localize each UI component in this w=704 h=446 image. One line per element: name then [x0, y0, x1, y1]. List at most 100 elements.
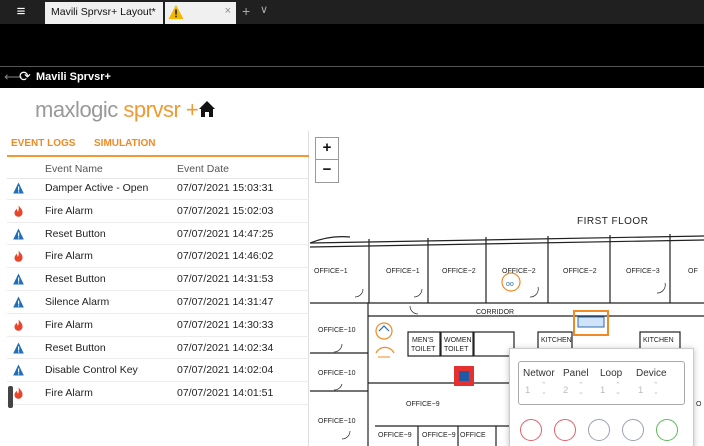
event-date: 07/07/2021 14:01:51 [177, 387, 274, 400]
warning-icon [168, 5, 184, 19]
info-warning-icon [13, 342, 24, 354]
panel-label: Panel [563, 368, 589, 379]
event-name: Reset Button [45, 341, 106, 354]
room-label: OFFICE [460, 432, 486, 439]
network-stepper-icon[interactable]: ⌃ ⌄ [541, 382, 547, 396]
refresh-icon[interactable]: ⟳ [19, 68, 31, 85]
room-label: OFFICE−2 [502, 268, 536, 275]
event-name: Reset Button [45, 273, 106, 286]
table-row[interactable]: Reset Button 07/07/2021 14:47:25 [7, 223, 309, 246]
room-label: WOMEN [444, 337, 472, 344]
document-tab[interactable]: Mavili Sprvsr+ Layout* [45, 2, 163, 24]
status-circle-button[interactable] [656, 419, 678, 441]
column-header-event-date[interactable]: Event Date [177, 163, 229, 175]
logo-text-maxlogic: maxlogic [35, 97, 118, 122]
room-label: MEN'S [412, 337, 434, 344]
info-warning-icon [13, 182, 24, 194]
room-label: OF [688, 268, 698, 275]
event-name: Damper Active - Open [45, 182, 149, 194]
fire-alarm-icon [13, 250, 24, 263]
loop-stepper-icon[interactable]: ⌃ ⌄ [615, 382, 621, 396]
table-row[interactable]: Fire Alarm 07/07/2021 15:02:03 [7, 200, 309, 223]
fire-alarm-icon [13, 205, 24, 217]
table-row[interactable]: Damper Active - Open 07/07/2021 15:03:31 [7, 177, 309, 200]
table-row[interactable]: Fire Alarm 07/07/2021 14:30:33 [7, 314, 309, 337]
close-tab-icon[interactable]: × [225, 5, 231, 17]
info-warning-icon [13, 273, 24, 285]
event-date: 07/07/2021 14:31:53 [177, 273, 274, 286]
event-date: 07/07/2021 15:02:03 [177, 204, 274, 217]
home-icon[interactable] [198, 100, 216, 118]
tab-simulation[interactable]: SIMULATION [94, 138, 155, 149]
room-label: TOILET [444, 346, 469, 353]
table-row[interactable]: Fire Alarm 07/07/2021 14:46:02 [7, 245, 309, 269]
loop-input[interactable]: 1 [600, 385, 605, 396]
network-label: Networ [523, 368, 555, 379]
header: maxlogic sprvsr + [0, 88, 704, 130]
room-label: OFFICE−2 [442, 268, 476, 275]
room-label: OFFICE−9 [406, 401, 440, 408]
warning-tab[interactable]: × [165, 2, 236, 24]
event-name: Fire Alarm [45, 318, 93, 331]
room-label: OFFICE−1 [314, 268, 348, 275]
tab-list-chevron-icon[interactable]: ∨ [260, 3, 268, 16]
zoom-in-button[interactable]: + [316, 138, 338, 160]
event-name: Fire Alarm [45, 387, 93, 400]
network-input[interactable]: 1 [525, 385, 530, 396]
event-date: 07/07/2021 14:47:25 [177, 227, 274, 240]
room-label: OFFICE−10 [318, 327, 356, 334]
event-name: Fire Alarm [45, 204, 93, 217]
panel-resize-handle[interactable] [8, 386, 13, 408]
event-log-panel: EVENT LOGS SIMULATION Event Name Event D… [7, 131, 309, 446]
status-circle-button[interactable] [622, 419, 644, 441]
table-header: Event Name Event Date [7, 159, 309, 179]
room-label: OFFICE−10 [318, 418, 356, 425]
event-name: Disable Control Key [45, 364, 138, 377]
fire-alarm-icon [13, 387, 24, 399]
device-address-popup: Networ Panel Loop Device 1 ⌃ ⌄ 2 ⌃ ⌄ 1 ⌃ ⌄ … [509, 348, 694, 446]
status-circle-button[interactable] [554, 419, 576, 441]
floor-title: FIRST FLOOR [577, 216, 648, 227]
room-label: KITCHEN [541, 337, 572, 344]
app-title-bar: ⟵ ⟳ Mavili Sprvsr+ [0, 67, 704, 88]
room-label: CORRIDOR [476, 309, 514, 316]
table-row[interactable]: Disable Control Key 07/07/2021 14:02:04 [7, 359, 309, 383]
room-label: OFFICE−1 [386, 268, 420, 275]
tab-event-logs[interactable]: EVENT LOGS [11, 138, 75, 149]
column-header-event-name[interactable]: Event Name [45, 163, 103, 175]
event-date: 07/07/2021 14:46:02 [177, 250, 274, 263]
loop-label: Loop [600, 368, 623, 379]
event-name: Reset Button [45, 227, 106, 240]
device-input[interactable]: 1 [638, 385, 643, 396]
room-label: OFFICE−2 [563, 268, 597, 275]
device-label: Device [636, 368, 667, 379]
room-label: OFFICE−3 [626, 268, 660, 275]
event-date: 07/07/2021 14:30:33 [177, 318, 274, 331]
status-circle-button[interactable] [588, 419, 610, 441]
add-tab-icon[interactable]: + [242, 3, 250, 19]
event-date: 07/07/2021 15:03:31 [177, 182, 274, 194]
zoom-control: + − [315, 137, 339, 183]
fire-alarm-icon [13, 319, 24, 331]
table-row[interactable]: Silence Alarm 07/07/2021 14:31:47 [7, 291, 309, 314]
event-name: Silence Alarm [45, 295, 110, 308]
panel-input[interactable]: 2 [563, 385, 568, 396]
address-fieldset: Networ Panel Loop Device 1 ⌃ ⌄ 2 ⌃ ⌄ 1 ⌃ ⌄ … [518, 361, 685, 405]
event-name: Fire Alarm [45, 250, 93, 263]
room-label: TOILET [411, 346, 436, 353]
event-date: 07/07/2021 14:02:04 [177, 364, 274, 377]
logo-text-sprvsr: sprvsr + [117, 97, 199, 122]
table-row[interactable]: Reset Button 07/07/2021 14:31:53 [7, 268, 309, 291]
zoom-out-button[interactable]: − [316, 160, 338, 182]
panel-stepper-icon[interactable]: ⌃ ⌄ [578, 382, 584, 396]
device-stepper-icon[interactable]: ⌃ ⌄ [653, 382, 659, 396]
event-date: 07/07/2021 14:02:34 [177, 341, 274, 354]
status-circle-button[interactable] [520, 419, 542, 441]
panel-tabs: EVENT LOGS SIMULATION [7, 131, 309, 157]
hamburger-menu-icon[interactable]: ≡ [4, 2, 38, 22]
floor-map[interactable]: oo FIRST FLOOR OFFICE−1 OFFICE−1 OFFICE−… [310, 131, 704, 446]
event-date: 07/07/2021 14:31:47 [177, 295, 274, 308]
table-row[interactable]: Fire Alarm 07/07/2021 14:01:51 [7, 382, 309, 405]
table-row[interactable]: Reset Button 07/07/2021 14:02:34 [7, 337, 309, 360]
toolbar-area [0, 24, 704, 67]
